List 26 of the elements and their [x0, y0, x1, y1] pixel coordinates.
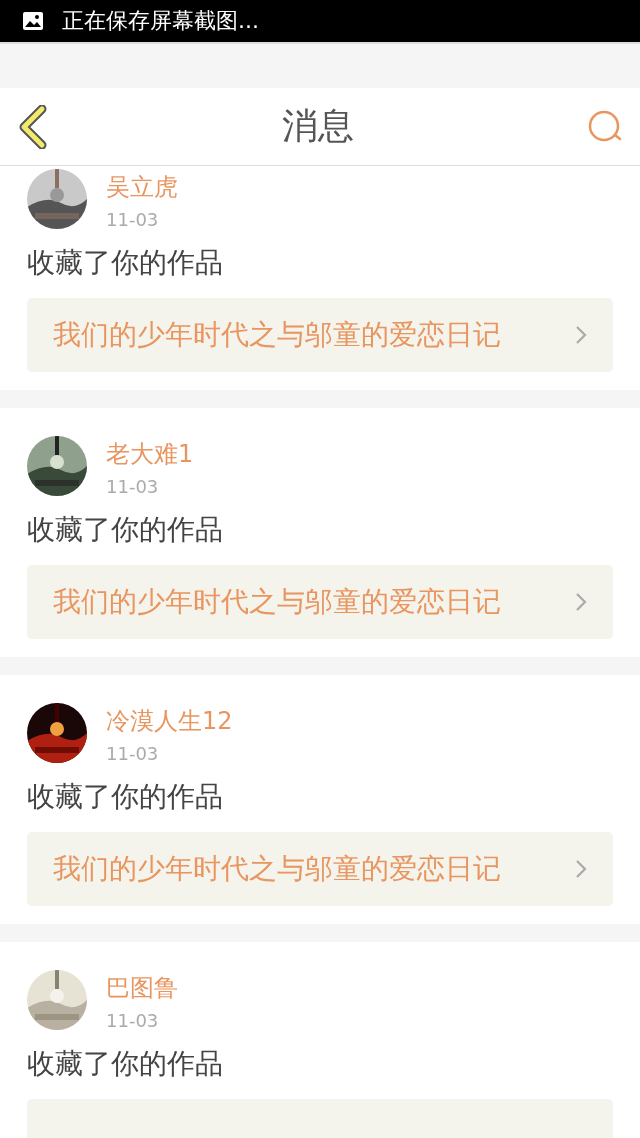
user-name[interactable]: 巴图鲁 — [106, 972, 178, 1004]
work-title: 我们的少年时代之与邬童的爱恋日记 — [53, 584, 501, 620]
back-icon[interactable] — [18, 104, 48, 149]
message-text: 收藏了你的作品 — [27, 1046, 224, 1082]
user-name[interactable]: 冷漠人生12 — [106, 705, 233, 737]
work-title: 我们的少年时代之与邬童的爱恋日记 — [53, 851, 501, 887]
message-date: 11-03 — [106, 1010, 160, 1031]
message-date: 11-03 — [106, 743, 160, 764]
work-link[interactable]: 我们的少年时代之与邬童的爱恋日记 — [27, 832, 613, 906]
user-name[interactable]: 老大难1 — [106, 438, 194, 470]
image-icon — [22, 11, 44, 31]
work-title: 我们的少年时代之与邬童的爱恋日记 — [53, 317, 501, 353]
work-link[interactable]: 我们的少年时代之与邬童的爱恋日记 — [27, 298, 613, 372]
message-text: 收藏了你的作品 — [27, 512, 224, 548]
work-link[interactable]: 我们的少年时代之与邬童的爱恋日记 — [27, 565, 613, 639]
page-title: 消息 — [282, 104, 354, 148]
chevron-right-icon — [575, 325, 587, 345]
message-text: 收藏了你的作品 — [27, 245, 224, 281]
message-date: 11-03 — [106, 209, 160, 230]
chevron-right-icon — [575, 592, 587, 612]
notification-text: 正在保存屏幕截图... — [62, 7, 259, 35]
chevron-right-icon — [575, 859, 587, 879]
message-text: 收藏了你的作品 — [27, 779, 224, 815]
user-name[interactable]: 吴立虎 — [106, 171, 178, 203]
message-date: 11-03 — [106, 476, 160, 497]
search-icon[interactable] — [588, 109, 624, 144]
